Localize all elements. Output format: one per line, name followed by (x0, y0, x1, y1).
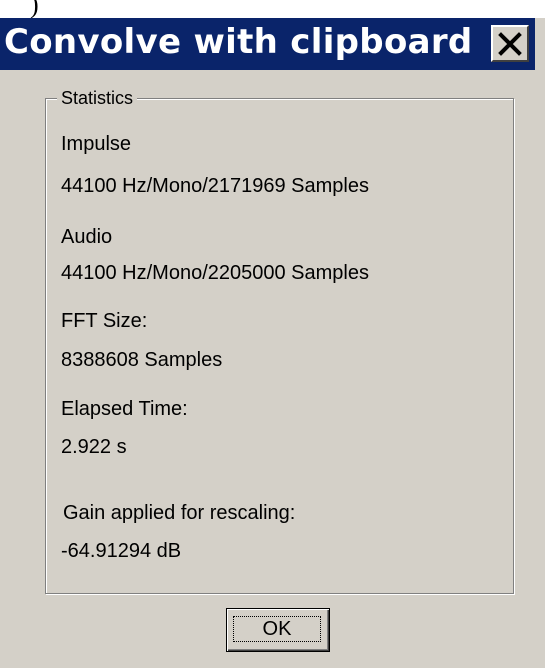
close-button[interactable] (491, 25, 529, 62)
cropped-glyph: ) (30, 0, 39, 19)
audio-label: Audio (61, 226, 113, 248)
gain-label: Gain applied for rescaling: (63, 502, 296, 524)
ok-button-focus-rect: OK (233, 616, 321, 642)
elapsed-time-value: 2.922 s (61, 436, 127, 458)
impulse-label: Impulse (61, 133, 132, 155)
elapsed-time-label: Elapsed Time: (61, 398, 188, 420)
statistics-group-label: Statistics (57, 88, 138, 109)
convolve-dialog: Convolve with clipboard Statistics Impul… (0, 18, 545, 668)
title-bar[interactable]: Convolve with clipboard (0, 18, 539, 70)
ok-button[interactable]: OK (226, 608, 330, 652)
fft-size-value: 8388608 Samples (61, 349, 223, 371)
ok-button-label: OK (262, 617, 292, 640)
window-title: Convolve with clipboard (4, 22, 473, 62)
close-icon (498, 31, 522, 56)
gain-value: -64.91294 dB (61, 540, 182, 562)
background-strip: ) (0, 0, 545, 19)
fft-size-label: FFT Size: (61, 310, 148, 332)
impulse-value: 44100 Hz/Mono/2171969 Samples (61, 175, 369, 197)
audio-value: 44100 Hz/Mono/2205000 Samples (61, 262, 369, 284)
